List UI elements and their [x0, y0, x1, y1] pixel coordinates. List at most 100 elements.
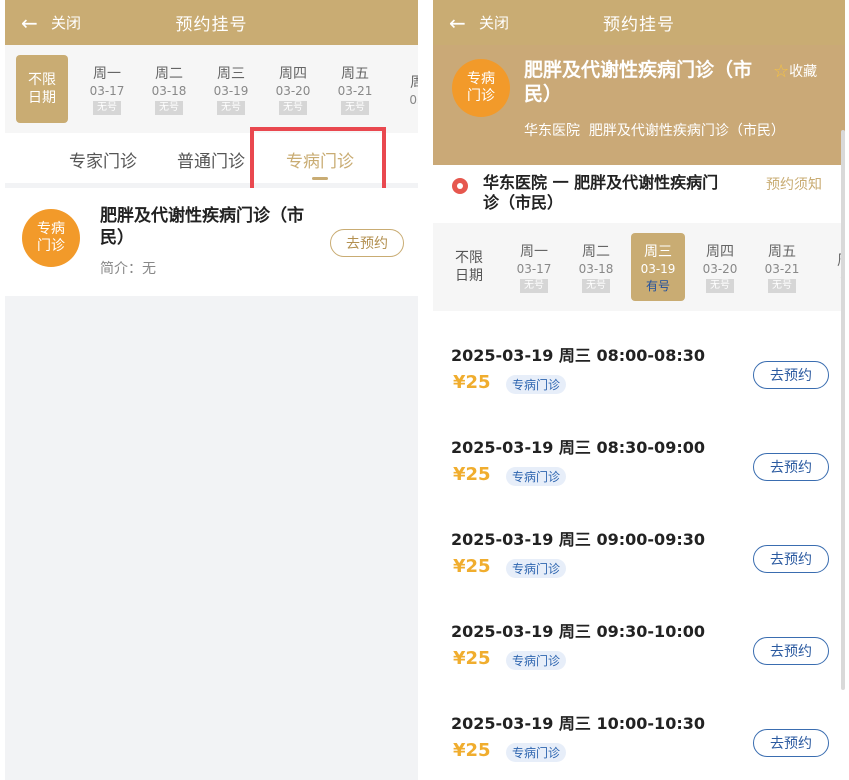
date-item-mon[interactable]: 周一 03-17 无号	[507, 233, 561, 301]
time-slot-row: 2025-03-19 周三 08:30-09:00 ¥25 专病门诊 去预约	[433, 422, 845, 515]
weekday-label: 周四	[279, 66, 307, 82]
close-button[interactable]: 关闭	[51, 12, 81, 33]
close-button[interactable]: 关闭	[479, 12, 509, 33]
clinic-name-line2: 民）	[100, 228, 134, 248]
weekday-label: 周二	[582, 244, 610, 260]
availability-badge: 无号	[93, 101, 121, 115]
availability-badge: 无号	[520, 279, 548, 293]
date-label: 03-17	[89, 84, 125, 98]
left-header: ← 关闭 预约挂号	[5, 0, 418, 45]
hospital-clinic-line1: 华东医院 一 肥胖及代谢性疾病门	[483, 173, 719, 192]
date-unlimited[interactable]: 不限 日期	[16, 55, 68, 123]
tab-expert-clinic[interactable]: 专家门诊	[69, 147, 137, 172]
slot-type-tag: 专病门诊	[506, 467, 567, 486]
department-name: 肥胖及代谢性疾病门诊（市民）	[588, 123, 785, 139]
slot-time: 2025-03-19 周三 08:00-08:30	[451, 346, 705, 365]
book-slot-button[interactable]: 去预约	[753, 545, 829, 573]
slot-price: ¥25	[453, 556, 491, 577]
hospital-clinic-line2: 诊（市民）	[483, 193, 564, 212]
slot-type-tag: 专病门诊	[506, 375, 567, 394]
slot-type-tag: 专病门诊	[506, 743, 567, 762]
clinic-list-item[interactable]: 专病 门诊 肥胖及代谢性疾病门诊（市 民） 简介：无 去预约	[5, 188, 418, 296]
back-arrow-icon[interactable]: ←	[21, 11, 45, 35]
date-unlimited-line2: 日期	[455, 268, 483, 284]
weekday-label: 周三	[217, 66, 245, 82]
weekday-label: 周二	[155, 66, 183, 82]
date-label: 03-21	[337, 84, 373, 98]
slot-time: 2025-03-19 周三 09:00-09:30	[451, 530, 705, 549]
time-slot-row: 2025-03-19 周三 08:00-08:30 ¥25 专病门诊 去预约	[433, 330, 845, 423]
weekday-label: 周	[410, 74, 418, 91]
right-screen: ← 关闭 预约挂号 专病 门诊 肥胖及代谢性疾病门诊（市 民） ☆收藏 华东医院…	[433, 0, 845, 780]
date-label: 03-18	[151, 84, 187, 98]
clinic-type-badge: 专病 门诊	[22, 209, 80, 267]
date-unlimited-line1: 不限	[28, 72, 56, 88]
star-icon: ☆	[773, 61, 790, 82]
weekday-label: 周三	[644, 244, 672, 260]
slot-type-tag: 专病门诊	[506, 559, 567, 578]
clinic-type-badge: 专病 门诊	[452, 59, 510, 117]
back-arrow-icon[interactable]: ←	[449, 11, 473, 35]
date-item-wed[interactable]: 周三 03-19 有号	[631, 233, 685, 301]
date-label: 03	[409, 92, 418, 107]
slot-price: ¥25	[453, 372, 491, 393]
availability-badge: 无号	[768, 279, 796, 293]
weekday-label: 周五	[768, 244, 796, 260]
time-slot-row: 2025-03-19 周三 09:30-10:00 ¥25 专病门诊 去预约	[433, 606, 845, 699]
time-slot-row: 2025-03-19 周三 10:00-10:30 ¥25 专病门诊 去预约	[433, 698, 845, 780]
date-item-partial[interactable]: 周 03	[390, 55, 418, 123]
badge-line1: 专病	[467, 71, 495, 87]
slot-time: 2025-03-19 周三 08:30-09:00	[451, 438, 705, 457]
availability-badge: 有号	[645, 279, 670, 293]
clinic-name-line2: 民）	[524, 83, 563, 105]
availability-badge: 无号	[706, 279, 734, 293]
hospital-name: 华东医院	[524, 123, 580, 139]
slot-type-tag: 专病门诊	[506, 651, 567, 670]
clinic-subtitle: 华东医院 肥胖及代谢性疾病门诊（市民）	[524, 120, 785, 140]
clinic-hero: 专病 门诊 肥胖及代谢性疾病门诊（市 民） ☆收藏 华东医院 肥胖及代谢性疾病门…	[433, 45, 845, 165]
date-label: 03-17	[516, 262, 552, 276]
date-label: 03-19	[213, 84, 249, 98]
book-slot-button[interactable]: 去预约	[753, 637, 829, 665]
availability-badge: 无号	[217, 101, 245, 115]
slot-time: 2025-03-19 周三 10:00-10:30	[451, 714, 705, 733]
availability-badge: 无号	[279, 101, 307, 115]
hospital-clinic-title: 华东医院 一 肥胖及代谢性疾病门 诊（市民）	[483, 173, 753, 213]
date-unlimited[interactable]: 不限 日期	[443, 233, 495, 301]
date-label: 03-18	[578, 262, 614, 276]
clinic-name-line1: 肥胖及代谢性疾病门诊（市	[524, 59, 753, 81]
book-slot-button[interactable]: 去预约	[753, 729, 829, 757]
book-slot-button[interactable]: 去预约	[753, 453, 829, 481]
date-item-fri[interactable]: 周五 03-21 无号	[755, 233, 809, 301]
favorite-label: 收藏	[789, 64, 818, 80]
date-item-fri[interactable]: 周五 03-21 无号	[328, 55, 382, 123]
tab-general-clinic[interactable]: 普通门诊	[177, 147, 245, 172]
date-strip: 不限 日期 周一 03-17 无号 周二 03-18 无号 周三 03-19 有…	[433, 223, 845, 311]
scrollbar[interactable]	[841, 130, 845, 690]
date-label: 03-20	[702, 262, 738, 276]
clinic-name: 肥胖及代谢性疾病门诊（市 民）	[524, 58, 760, 106]
favorite-button[interactable]: ☆收藏	[773, 61, 817, 82]
hospital-line: 华东医院 一 肥胖及代谢性疾病门 诊（市民） 预约须知	[433, 165, 845, 223]
time-slot-row: 2025-03-19 周三 09:00-09:30 ¥25 专病门诊 去预约	[433, 514, 845, 607]
book-slot-button[interactable]: 去预约	[753, 361, 829, 389]
left-screen: ← 关闭 预约挂号 不限 日期 周一 03-17 无号 周二 03-18 无号 …	[5, 0, 418, 780]
book-button[interactable]: 去预约	[330, 229, 404, 257]
right-header: ← 关闭 预约挂号	[433, 0, 845, 45]
slot-price: ¥25	[453, 740, 491, 761]
booking-notice-link[interactable]: 预约须知	[766, 174, 822, 194]
date-item-mon[interactable]: 周一 03-17 无号	[80, 55, 134, 123]
weekday-label: 周五	[341, 66, 369, 82]
date-item-tue[interactable]: 周二 03-18 无号	[142, 55, 196, 123]
date-item-thu[interactable]: 周四 03-20 无号	[266, 55, 320, 123]
clinic-name-line1: 肥胖及代谢性疾病门诊（市	[100, 206, 304, 226]
date-item-tue[interactable]: 周二 03-18 无号	[569, 233, 623, 301]
date-label: 03-19	[640, 262, 676, 276]
location-icon	[452, 178, 468, 194]
availability-badge: 无号	[582, 279, 610, 293]
slot-price: ¥25	[453, 648, 491, 669]
date-item-wed[interactable]: 周三 03-19 无号	[204, 55, 258, 123]
weekday-label: 周四	[706, 244, 734, 260]
date-item-thu[interactable]: 周四 03-20 无号	[693, 233, 747, 301]
badge-line2: 门诊	[37, 238, 65, 254]
